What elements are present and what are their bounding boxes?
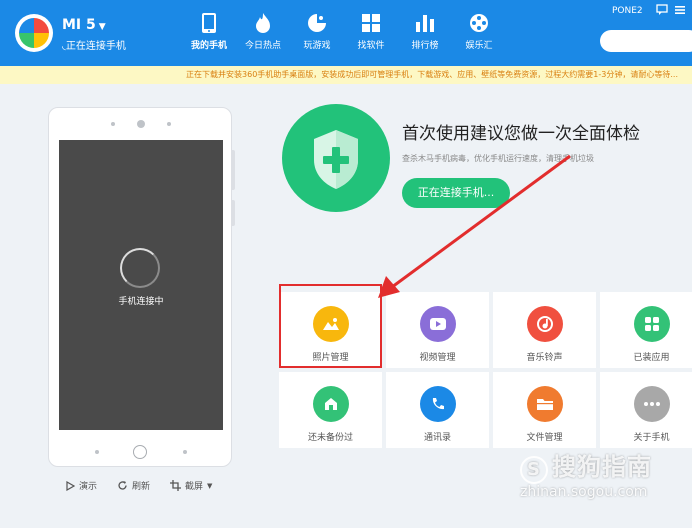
refresh-icon — [118, 481, 127, 490]
apps-icon — [362, 14, 380, 32]
phone-side-button — [232, 200, 235, 226]
back-key — [95, 450, 99, 454]
message-icon[interactable] — [656, 4, 668, 16]
folder-icon — [527, 386, 563, 422]
menu-key — [183, 450, 187, 454]
device-status: ◟正在连接手机 — [62, 41, 126, 52]
watermark-url: zhinan.sogou.com — [520, 484, 648, 500]
search-input[interactable] — [600, 30, 692, 52]
app-logo — [15, 14, 53, 52]
menu-icon[interactable] — [674, 4, 686, 16]
screenshot-button[interactable]: 截屏 ▼ — [170, 479, 212, 492]
play-icon — [66, 480, 75, 491]
phone-side-button — [232, 150, 235, 190]
refresh-button[interactable]: 刷新 — [117, 479, 150, 492]
home-key — [133, 445, 147, 459]
main-nav: 我的手机 今日热点 玩游戏 找软件 排行榜 娱乐汇 — [182, 12, 506, 51]
nav-entertainment[interactable]: 娱乐汇 — [452, 12, 506, 51]
phone-screen: 手机连接中 — [59, 140, 223, 430]
top-header: MI 5 ▼ ◟正在连接手机 我的手机 今日热点 玩游戏 找软件 排行榜 娱乐汇 … — [0, 0, 692, 66]
tile-about-phone[interactable]: 关于手机 — [600, 372, 692, 448]
contacts-phone-icon — [420, 386, 456, 422]
tile-installed-apps[interactable]: 已装应用 — [600, 292, 692, 368]
phone-icon — [202, 13, 216, 33]
film-icon — [470, 14, 488, 32]
nav-software[interactable]: 找软件 — [344, 12, 398, 51]
tile-contacts[interactable]: 通讯录 — [386, 372, 489, 448]
camera-icon — [137, 120, 145, 128]
flame-icon — [256, 13, 270, 33]
phone-toolbar: 演示 刷新 截屏 ▼ — [66, 479, 212, 492]
music-icon — [527, 306, 563, 342]
nav-games[interactable]: 玩游戏 — [290, 12, 344, 51]
video-icon — [420, 306, 456, 342]
crop-icon — [170, 480, 182, 491]
feature-grid: 照片管理 视频管理 音乐铃声 已装应用 还未备份过 通讯录 文件管理 关于手机 — [279, 292, 692, 448]
device-selector[interactable]: MI 5 ▼ — [62, 17, 106, 33]
sensor-dot — [167, 122, 171, 126]
chart-icon — [416, 15, 434, 32]
tile-backup[interactable]: 还未备份过 — [279, 372, 382, 448]
game-icon — [308, 14, 326, 32]
backup-icon — [313, 386, 349, 422]
phone-mockup: 手机连接中 — [48, 107, 232, 467]
chevron-down-icon: ▼ — [207, 481, 213, 490]
connecting-label: 手机连接中 — [118, 297, 164, 307]
download-notice: 正在下载并安装360手机助手桌面版，安装成功后即可管理手机，下载游戏、应用、壁纸… — [0, 66, 692, 84]
chevron-down-icon: ▼ — [98, 22, 106, 32]
tile-photo-management[interactable]: 照片管理 — [279, 292, 382, 368]
demo-button[interactable]: 演示 — [66, 479, 97, 492]
more-icon — [634, 386, 670, 422]
photo-icon — [313, 306, 349, 342]
watermark-brand: S 搜狗指南 — [520, 447, 652, 484]
hero-title: 首次使用建议您做一次全面体检 — [402, 124, 640, 144]
nav-hot-today[interactable]: 今日热点 — [236, 12, 290, 51]
apps-grid-icon — [634, 306, 670, 342]
tile-file-management[interactable]: 文件管理 — [493, 372, 596, 448]
loading-spinner-icon — [120, 248, 160, 288]
user-name[interactable]: PONE2 — [612, 6, 643, 16]
speaker-dot — [111, 122, 115, 126]
annotation-arrow-icon — [378, 154, 571, 298]
nav-ranking[interactable]: 排行榜 — [398, 12, 452, 51]
nav-my-phone[interactable]: 我的手机 — [182, 12, 236, 51]
